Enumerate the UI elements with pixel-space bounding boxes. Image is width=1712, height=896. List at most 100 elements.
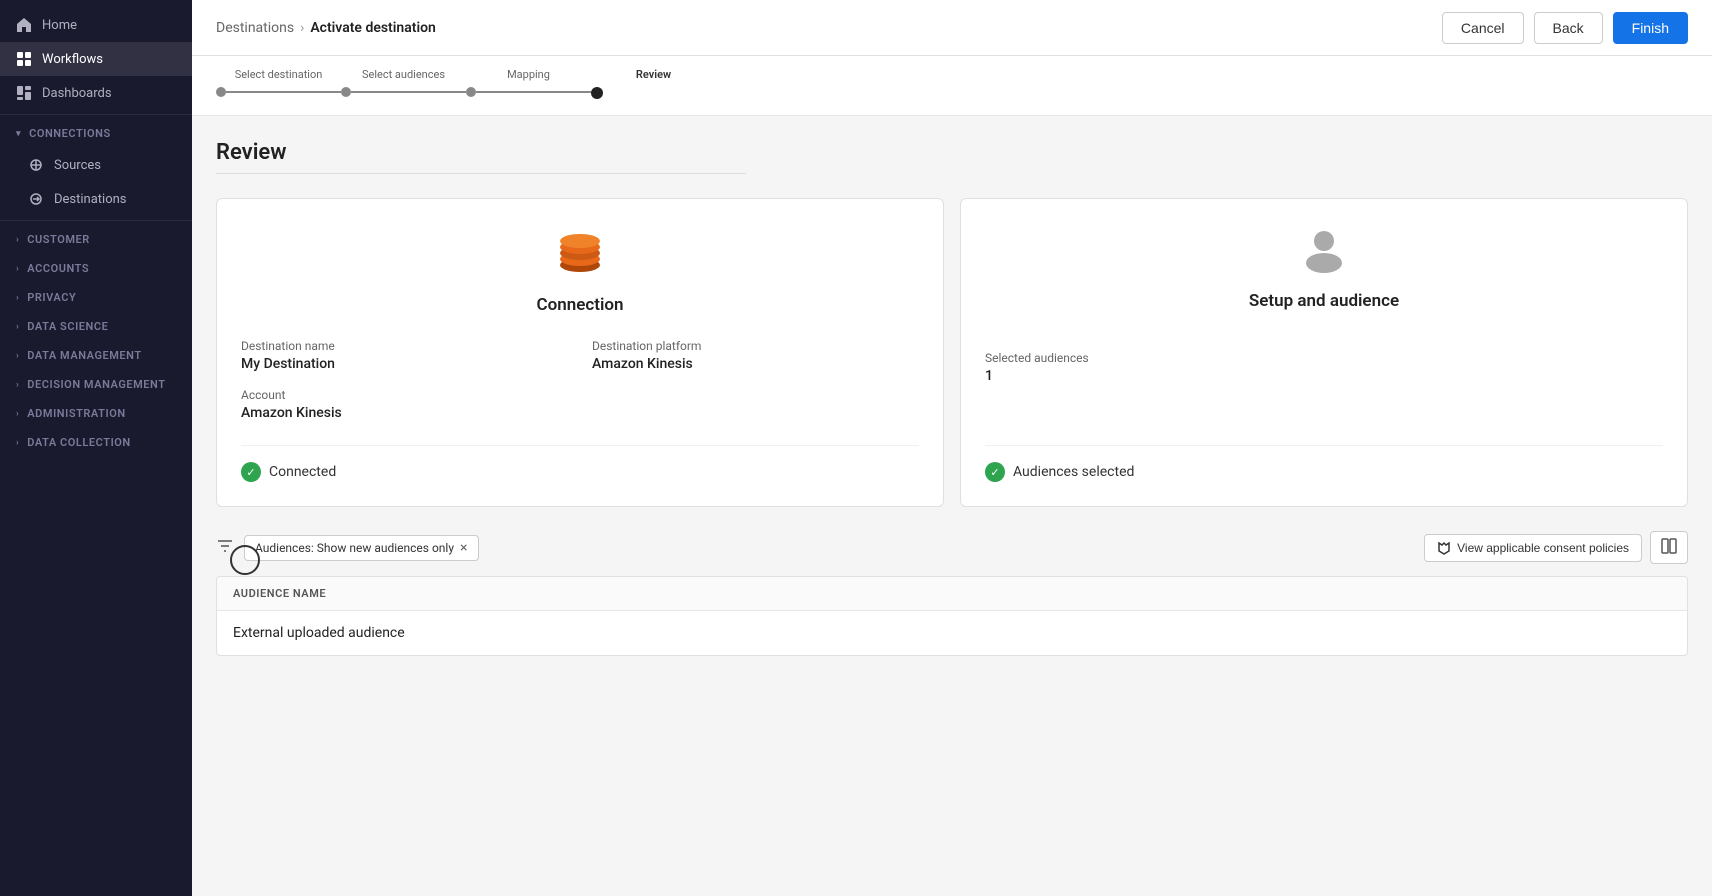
step-line-0 — [226, 91, 341, 93]
connected-status: Connected — [269, 464, 336, 480]
sources-icon — [28, 157, 44, 173]
sidebar-workflows-label: Workflows — [42, 52, 103, 67]
table-header: AUDIENCE NAME — [217, 577, 1687, 611]
step-dot-1 — [341, 87, 351, 97]
audiences-check-icon: ✓ — [985, 462, 1005, 482]
sidebar-home-label: Home — [42, 18, 77, 33]
filter-right: View applicable consent policies — [1424, 531, 1688, 564]
destination-name-label: Destination name — [241, 339, 568, 353]
filter-icon-wrapper — [216, 537, 234, 559]
data-collection-section-label: DATA COLLECTION — [27, 436, 130, 449]
chevron-down-icon: ▾ — [16, 129, 21, 139]
columns-button[interactable] — [1650, 531, 1688, 564]
review-title: Review — [216, 140, 1688, 165]
account-group: Account Amazon Kinesis — [241, 388, 568, 421]
account-value: Amazon Kinesis — [241, 405, 568, 421]
step-mapping: Mapping — [466, 68, 591, 97]
step-label-1: Select audiences — [362, 68, 445, 81]
sidebar-section-accounts[interactable]: › ACCOUNTS — [0, 254, 192, 283]
step-line-2 — [476, 91, 591, 93]
back-button[interactable]: Back — [1534, 12, 1603, 44]
destination-name-value: My Destination — [241, 356, 568, 372]
sources-label: Sources — [54, 158, 101, 173]
stepper: Select destination Select audiences Mapp… — [216, 68, 716, 99]
filter-tag-text: Audiences: Show new audiences only — [255, 541, 454, 555]
data-management-section-label: DATA MANAGEMENT — [27, 349, 141, 362]
finish-button[interactable]: Finish — [1613, 12, 1688, 44]
sidebar-section-data-collection[interactable]: › DATA COLLECTION — [0, 428, 192, 457]
breadcrumb-current: Activate destination — [310, 20, 436, 36]
review-divider — [216, 173, 746, 174]
dashboards-icon — [16, 85, 32, 101]
data-science-section-label: DATA SCIENCE — [27, 320, 108, 333]
topbar-actions: Cancel Back Finish — [1442, 12, 1688, 44]
chevron-right-icon-data-management: › — [16, 351, 19, 361]
sidebar-section-administration[interactable]: › ADMINISTRATION — [0, 399, 192, 428]
connection-card-fields: Destination name My Destination Destinat… — [241, 339, 919, 421]
audience-table: AUDIENCE NAME External uploaded audience — [216, 576, 1688, 656]
person-icon — [1298, 223, 1350, 279]
setup-card-fields: Selected audiences 1 — [985, 335, 1663, 421]
sidebar-item-dashboards[interactable]: Dashboards — [0, 76, 192, 110]
sidebar-item-destinations[interactable]: Destinations — [0, 182, 192, 216]
breadcrumb: Destinations › Activate destination — [216, 20, 436, 36]
breadcrumb-separator: › — [300, 20, 304, 36]
sidebar-section-data-science[interactable]: › DATA SCIENCE — [0, 312, 192, 341]
main-content: Destinations › Activate destination Canc… — [192, 0, 1712, 896]
breadcrumb-parent[interactable]: Destinations — [216, 20, 294, 36]
accounts-section-label: ACCOUNTS — [27, 262, 89, 275]
destination-platform-label: Destination platform — [592, 339, 919, 353]
chevron-right-icon-administration: › — [16, 409, 19, 419]
table-row: External uploaded audience — [217, 611, 1687, 655]
cancel-button[interactable]: Cancel — [1442, 12, 1524, 44]
setup-card-header: Setup and audience — [985, 223, 1663, 311]
filter-tag-remove[interactable]: × — [460, 540, 467, 556]
sidebar-item-sources[interactable]: Sources — [0, 148, 192, 182]
selected-audiences-label: Selected audiences — [985, 351, 1663, 365]
privacy-section-label: PRIVACY — [27, 291, 76, 304]
step-review: Review — [591, 68, 716, 99]
consent-btn-label: View applicable consent policies — [1457, 541, 1629, 555]
customer-section-label: CUSTOMER — [27, 233, 90, 246]
step-line-1 — [351, 91, 466, 93]
step-select-audiences: Select audiences — [341, 68, 466, 97]
filter-bar: Audiences: Show new audiences only × Vie… — [216, 531, 1688, 564]
connections-section-label: CONNECTIONS — [29, 127, 111, 140]
destination-platform-group: Destination platform Amazon Kinesis — [592, 339, 919, 372]
setup-card-title: Setup and audience — [1249, 291, 1399, 311]
chevron-right-icon-data-collection: › — [16, 438, 19, 448]
connection-card-title: Connection — [537, 295, 624, 315]
sidebar-section-data-management[interactable]: › DATA MANAGEMENT — [0, 341, 192, 370]
sidebar-section-privacy[interactable]: › PRIVACY — [0, 283, 192, 312]
chevron-right-icon-customer: › — [16, 235, 19, 245]
sidebar: Home Workflows D — [0, 0, 192, 896]
destination-name-group: Destination name My Destination — [241, 339, 568, 372]
sidebar-dashboards-label: Dashboards — [42, 86, 112, 101]
sidebar-section-decision-management[interactable]: › DECISION MANAGEMENT — [0, 370, 192, 399]
topbar: Destinations › Activate destination Canc… — [192, 0, 1712, 56]
stepper-bar: Select destination Select audiences Mapp… — [192, 56, 1712, 116]
sidebar-section-customer[interactable]: › CUSTOMER — [0, 225, 192, 254]
consent-policies-button[interactable]: View applicable consent policies — [1424, 534, 1642, 562]
chevron-right-icon-accounts: › — [16, 264, 19, 274]
step-dot-3 — [591, 87, 603, 99]
step-select-destination: Select destination — [216, 68, 341, 97]
chevron-right-icon-decision-management: › — [16, 380, 19, 390]
chevron-right-icon-data-science: › — [16, 322, 19, 332]
destinations-label: Destinations — [54, 192, 127, 207]
selected-audiences-group: Selected audiences 1 — [985, 351, 1663, 384]
sidebar-item-workflows[interactable]: Workflows — [0, 42, 192, 76]
sidebar-section-connections[interactable]: ▾ CONNECTIONS — [0, 119, 192, 148]
sidebar-item-home[interactable]: Home — [0, 8, 192, 42]
filter-icon[interactable] — [216, 540, 234, 559]
kinesis-icon — [552, 223, 608, 283]
connection-card: Connection Destination name My Destinati… — [216, 198, 944, 507]
connection-card-header: Connection — [241, 223, 919, 315]
destination-platform-value: Amazon Kinesis — [592, 356, 919, 372]
filter-tag: Audiences: Show new audiences only × — [244, 535, 479, 561]
step-label-2: Mapping — [507, 68, 550, 81]
administration-section-label: ADMINISTRATION — [27, 407, 125, 420]
decision-management-section-label: DECISION MANAGEMENT — [27, 378, 165, 391]
connected-check-icon: ✓ — [241, 462, 261, 482]
selected-audiences-value: 1 — [985, 368, 1663, 384]
